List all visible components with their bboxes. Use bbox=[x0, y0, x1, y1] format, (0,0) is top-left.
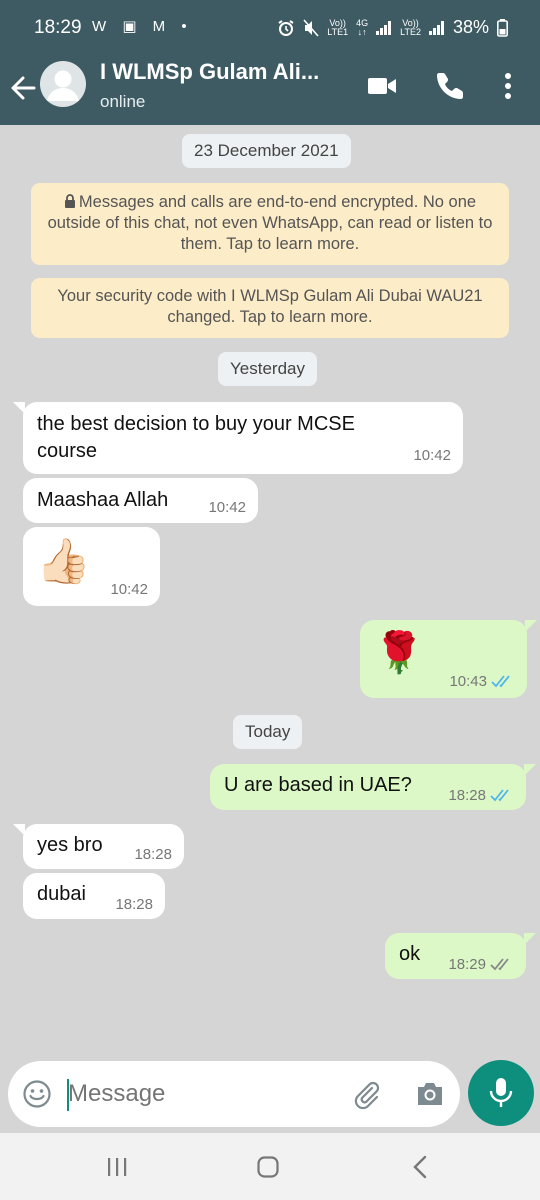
system-nav-bar bbox=[0, 1133, 540, 1200]
encryption-notice[interactable]: Messages and calls are end-to-end encryp… bbox=[31, 183, 509, 265]
message-text: yes bro bbox=[37, 834, 103, 856]
date-chip: Yesterday bbox=[218, 352, 317, 386]
read-ticks-icon bbox=[491, 675, 510, 688]
notification-icons: W ▣ M • bbox=[92, 18, 193, 35]
mute-icon bbox=[303, 18, 319, 37]
avatar[interactable] bbox=[40, 61, 86, 107]
battery-icon bbox=[497, 18, 508, 37]
contact-status: online bbox=[100, 92, 146, 111]
back-arrow-icon[interactable] bbox=[8, 68, 38, 108]
incoming-message[interactable]: dubai 18:28 bbox=[23, 873, 165, 919]
video-call-icon[interactable] bbox=[366, 70, 398, 102]
message-time: 10:43 bbox=[449, 673, 515, 690]
message-time-text: 18:28 bbox=[448, 787, 486, 804]
date-chip: Today bbox=[233, 715, 303, 749]
network-indicator: 4G ↓↑ bbox=[356, 18, 368, 37]
message-time: 18:29 bbox=[448, 956, 514, 973]
emoji-icon[interactable] bbox=[22, 1079, 52, 1109]
message-time-text: 10:43 bbox=[449, 673, 487, 690]
encryption-notice-text: Messages and calls are end-to-end encryp… bbox=[47, 193, 493, 253]
message-time: 10:42 bbox=[413, 447, 451, 464]
contact-name[interactable]: I WLMSp Gulam Ali... bbox=[100, 59, 340, 85]
alarm-icon bbox=[278, 19, 294, 36]
bubble-tail bbox=[524, 764, 536, 776]
outgoing-message[interactable]: ok 18:29 bbox=[385, 933, 536, 979]
recent-apps-icon[interactable] bbox=[106, 1156, 128, 1178]
incoming-message[interactable]: the best decision to buy your MCSE cours… bbox=[13, 402, 463, 474]
sim1-bottom: LTE1 bbox=[327, 26, 349, 37]
outgoing-message[interactable]: 🌹 10:43 bbox=[360, 620, 537, 698]
emoji: 👍🏻 bbox=[36, 537, 91, 586]
message-time: 10:42 bbox=[110, 581, 148, 598]
message-time: 18:28 bbox=[115, 896, 153, 913]
mic-icon bbox=[489, 1078, 513, 1107]
delivered-ticks-icon bbox=[490, 958, 509, 971]
message-line: the best decision to buy your MCSE bbox=[37, 413, 355, 435]
status-right: Vo)) LTE1 4G ↓↑ Vo)) LTE2 38% bbox=[277, 17, 508, 38]
message-time: 18:28 bbox=[448, 787, 514, 804]
camera-icon[interactable] bbox=[414, 1079, 446, 1109]
phone-icon[interactable] bbox=[434, 70, 466, 102]
signal-icon bbox=[376, 20, 392, 35]
net-bottom: ↓↑ bbox=[357, 26, 367, 37]
message-text: the best decision to buy your MCSE cours… bbox=[37, 411, 355, 465]
incoming-message[interactable]: 👍🏻 10:42 bbox=[23, 527, 160, 606]
sim2-indicator: Vo)) LTE2 bbox=[400, 18, 421, 37]
incoming-message[interactable]: yes bro 18:28 bbox=[13, 824, 184, 869]
date-chip: 23 December 2021 bbox=[182, 134, 351, 168]
sim1-indicator: Vo)) LTE1 bbox=[327, 18, 349, 37]
security-notice[interactable]: Your security code with I WLMSp Gulam Al… bbox=[31, 278, 509, 338]
default-avatar-icon bbox=[47, 70, 79, 101]
more-vert-icon[interactable] bbox=[494, 70, 522, 102]
message-line: course bbox=[37, 440, 98, 462]
battery-percent: 38% bbox=[452, 17, 489, 37]
status-bar: 18:29 W ▣ M • Vo)) LTE1 4G ↓↑ Vo)) LTE2 … bbox=[0, 0, 540, 58]
nav-back-icon[interactable] bbox=[410, 1155, 430, 1179]
attach-icon[interactable] bbox=[350, 1078, 382, 1110]
outgoing-message[interactable]: U are based in UAE? 18:28 bbox=[210, 764, 536, 810]
mic-button[interactable] bbox=[468, 1060, 534, 1126]
bubble-tail bbox=[13, 402, 25, 414]
message-composer bbox=[8, 1061, 460, 1127]
status-time: 18:29 bbox=[34, 17, 82, 38]
signal-icon bbox=[428, 20, 444, 35]
emoji: 🌹 bbox=[374, 631, 424, 675]
lock-icon bbox=[64, 194, 75, 208]
message-time: 18:28 bbox=[134, 846, 172, 863]
message-time: 10:42 bbox=[208, 499, 246, 516]
message-text: ok bbox=[399, 943, 421, 965]
home-icon[interactable] bbox=[256, 1155, 280, 1179]
incoming-message[interactable]: Maashaa Allah 10:42 bbox=[23, 478, 258, 523]
message-time-text: 18:29 bbox=[448, 956, 486, 973]
message-text: U are based in UAE? bbox=[224, 774, 412, 796]
bubble-tail bbox=[13, 824, 25, 836]
security-notice-text: Your security code with I WLMSp Gulam Al… bbox=[57, 287, 483, 326]
message-text: Maashaa Allah bbox=[37, 489, 169, 511]
bubble-tail bbox=[524, 933, 536, 945]
chat-header: I WLMSp Gulam Ali... online bbox=[0, 58, 540, 125]
bubble-tail bbox=[525, 620, 537, 632]
message-input[interactable] bbox=[68, 1073, 338, 1115]
sim2-bottom: LTE2 bbox=[400, 26, 421, 37]
read-ticks-icon bbox=[490, 789, 509, 802]
message-text: dubai bbox=[37, 883, 86, 905]
